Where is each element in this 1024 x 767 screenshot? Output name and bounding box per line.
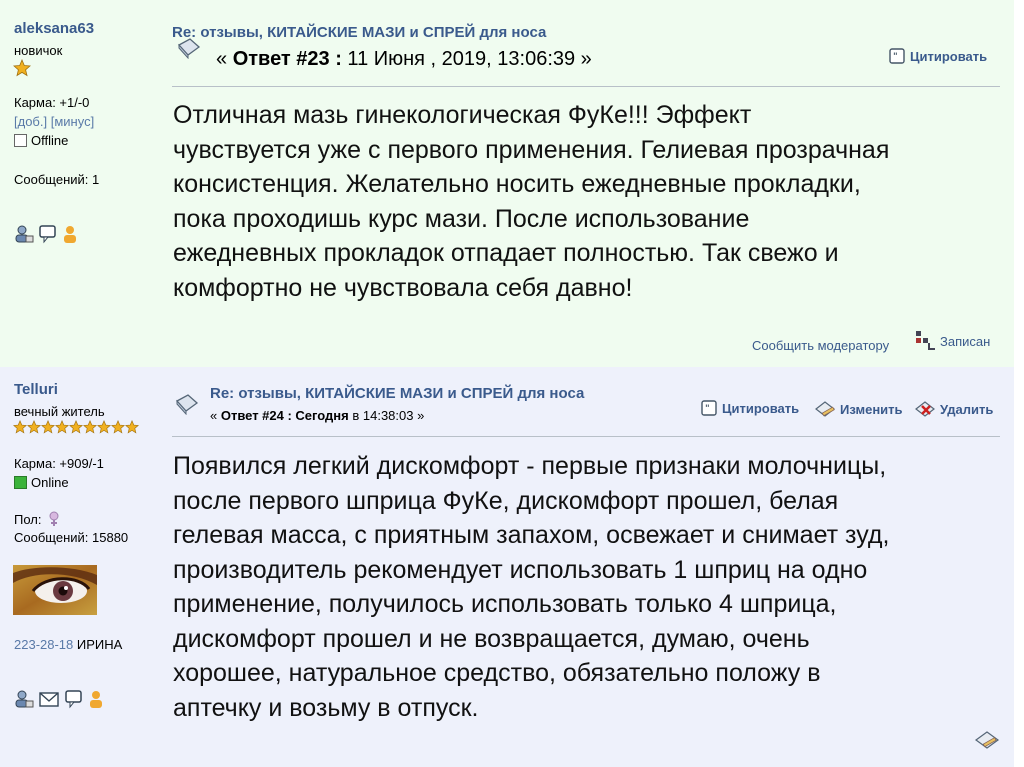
profile-icon[interactable] — [14, 689, 34, 709]
author-icons — [14, 689, 104, 709]
author-name[interactable]: Telluri — [14, 381, 58, 398]
post-24: Telluri вечный житель Карма: +909/-1 Onl… — [0, 367, 1014, 767]
star-icon — [55, 419, 69, 434]
post-body: Отличная мазь гинекологическая ФуКе!!! Э… — [173, 101, 890, 302]
signature-name: ИРИНА — [73, 637, 123, 652]
star-icon — [13, 419, 27, 434]
star-icon — [97, 419, 111, 434]
quote-icon: " — [889, 48, 905, 64]
edit-icon — [815, 401, 835, 417]
star-icon — [13, 58, 31, 77]
signature: 223-28-18 ИРИНА — [14, 637, 122, 652]
delete-icon — [915, 401, 935, 417]
female-icon — [49, 511, 58, 526]
status: Online — [14, 475, 69, 490]
ip-icon — [916, 331, 935, 350]
reply-number[interactable]: Ответ #24 : Сегодня — [221, 408, 349, 423]
signature-phone: 223-28-18 — [14, 637, 74, 652]
quote-button[interactable]: " Цитировать — [888, 47, 987, 65]
user-icon[interactable] — [62, 224, 78, 244]
star-icon — [41, 419, 55, 434]
user-icon[interactable] — [88, 689, 104, 709]
quote-button[interactable]: " Цитировать — [700, 399, 799, 417]
author-rank: новичок — [14, 43, 63, 58]
divider — [172, 86, 1000, 87]
profile-icon[interactable] — [14, 224, 34, 244]
post-title[interactable]: Re: отзывы, КИТАЙСКИЕ МАЗИ и СПРЕЙ для н… — [172, 24, 1000, 41]
reply-date: 11 Июня , 2019, 13:06:39 » — [341, 48, 592, 70]
divider — [172, 436, 1000, 437]
message-icon[interactable] — [64, 689, 84, 709]
author-panel: Telluri вечный житель Карма: +909/-1 Onl… — [0, 367, 160, 767]
post-23: aleksana63 новичок Карма: +1/-0 [доб.] [… — [0, 0, 1014, 367]
status: Offline — [14, 133, 68, 148]
online-icon — [14, 476, 27, 489]
svg-text:": " — [893, 52, 898, 62]
gender: Пол: — [14, 511, 60, 527]
avatar[interactable] — [13, 565, 97, 615]
rank-stars — [13, 419, 139, 435]
edit-button[interactable]: Изменить — [814, 399, 903, 419]
star-icon — [125, 419, 139, 434]
post-header: Re: отзывы, КИТАЙСКИЕ МАЗИ и СПРЕЙ для н… — [172, 24, 1000, 41]
reply-number[interactable]: Ответ #23 : — [233, 48, 342, 70]
status-label: Offline — [31, 133, 69, 148]
logged-link[interactable]: Записан — [914, 329, 990, 351]
author-panel: aleksana63 новичок Карма: +1/-0 [доб.] [… — [0, 0, 160, 367]
email-icon[interactable] — [38, 689, 60, 709]
delete-button[interactable]: Удалить — [914, 399, 993, 419]
post-icon — [174, 393, 200, 420]
quote-icon: " — [701, 400, 717, 416]
karma: Карма: +1/-0 — [14, 95, 90, 110]
post-icon — [176, 37, 202, 64]
author-name[interactable]: aleksana63 — [14, 20, 94, 37]
messages-count: Сообщений: 15880 — [14, 530, 129, 545]
karma-minus-link[interactable]: [минус] — [51, 114, 94, 129]
status-label: Online — [31, 475, 69, 490]
messages-count: Сообщений: 1 — [14, 172, 100, 187]
star-icon — [111, 419, 125, 434]
star-icon — [83, 419, 97, 434]
star-icon — [27, 419, 41, 434]
quick-edit-icon[interactable] — [974, 729, 1000, 756]
author-rank: вечный житель — [14, 404, 105, 419]
reply-date: в 14:38:03 » — [348, 408, 425, 423]
report-moderator-link[interactable]: Сообщить модератору — [752, 338, 889, 353]
karma: Карма: +909/-1 — [14, 456, 104, 471]
author-icons — [14, 224, 78, 244]
offline-icon — [14, 134, 27, 147]
star-icon — [69, 419, 83, 434]
rank-stars — [13, 58, 31, 82]
message-icon[interactable] — [38, 224, 58, 244]
svg-text:": " — [705, 404, 710, 414]
post-body: Появился легкий дискомфорт - первые приз… — [173, 452, 890, 722]
karma-add-link[interactable]: [доб.] — [14, 114, 47, 129]
